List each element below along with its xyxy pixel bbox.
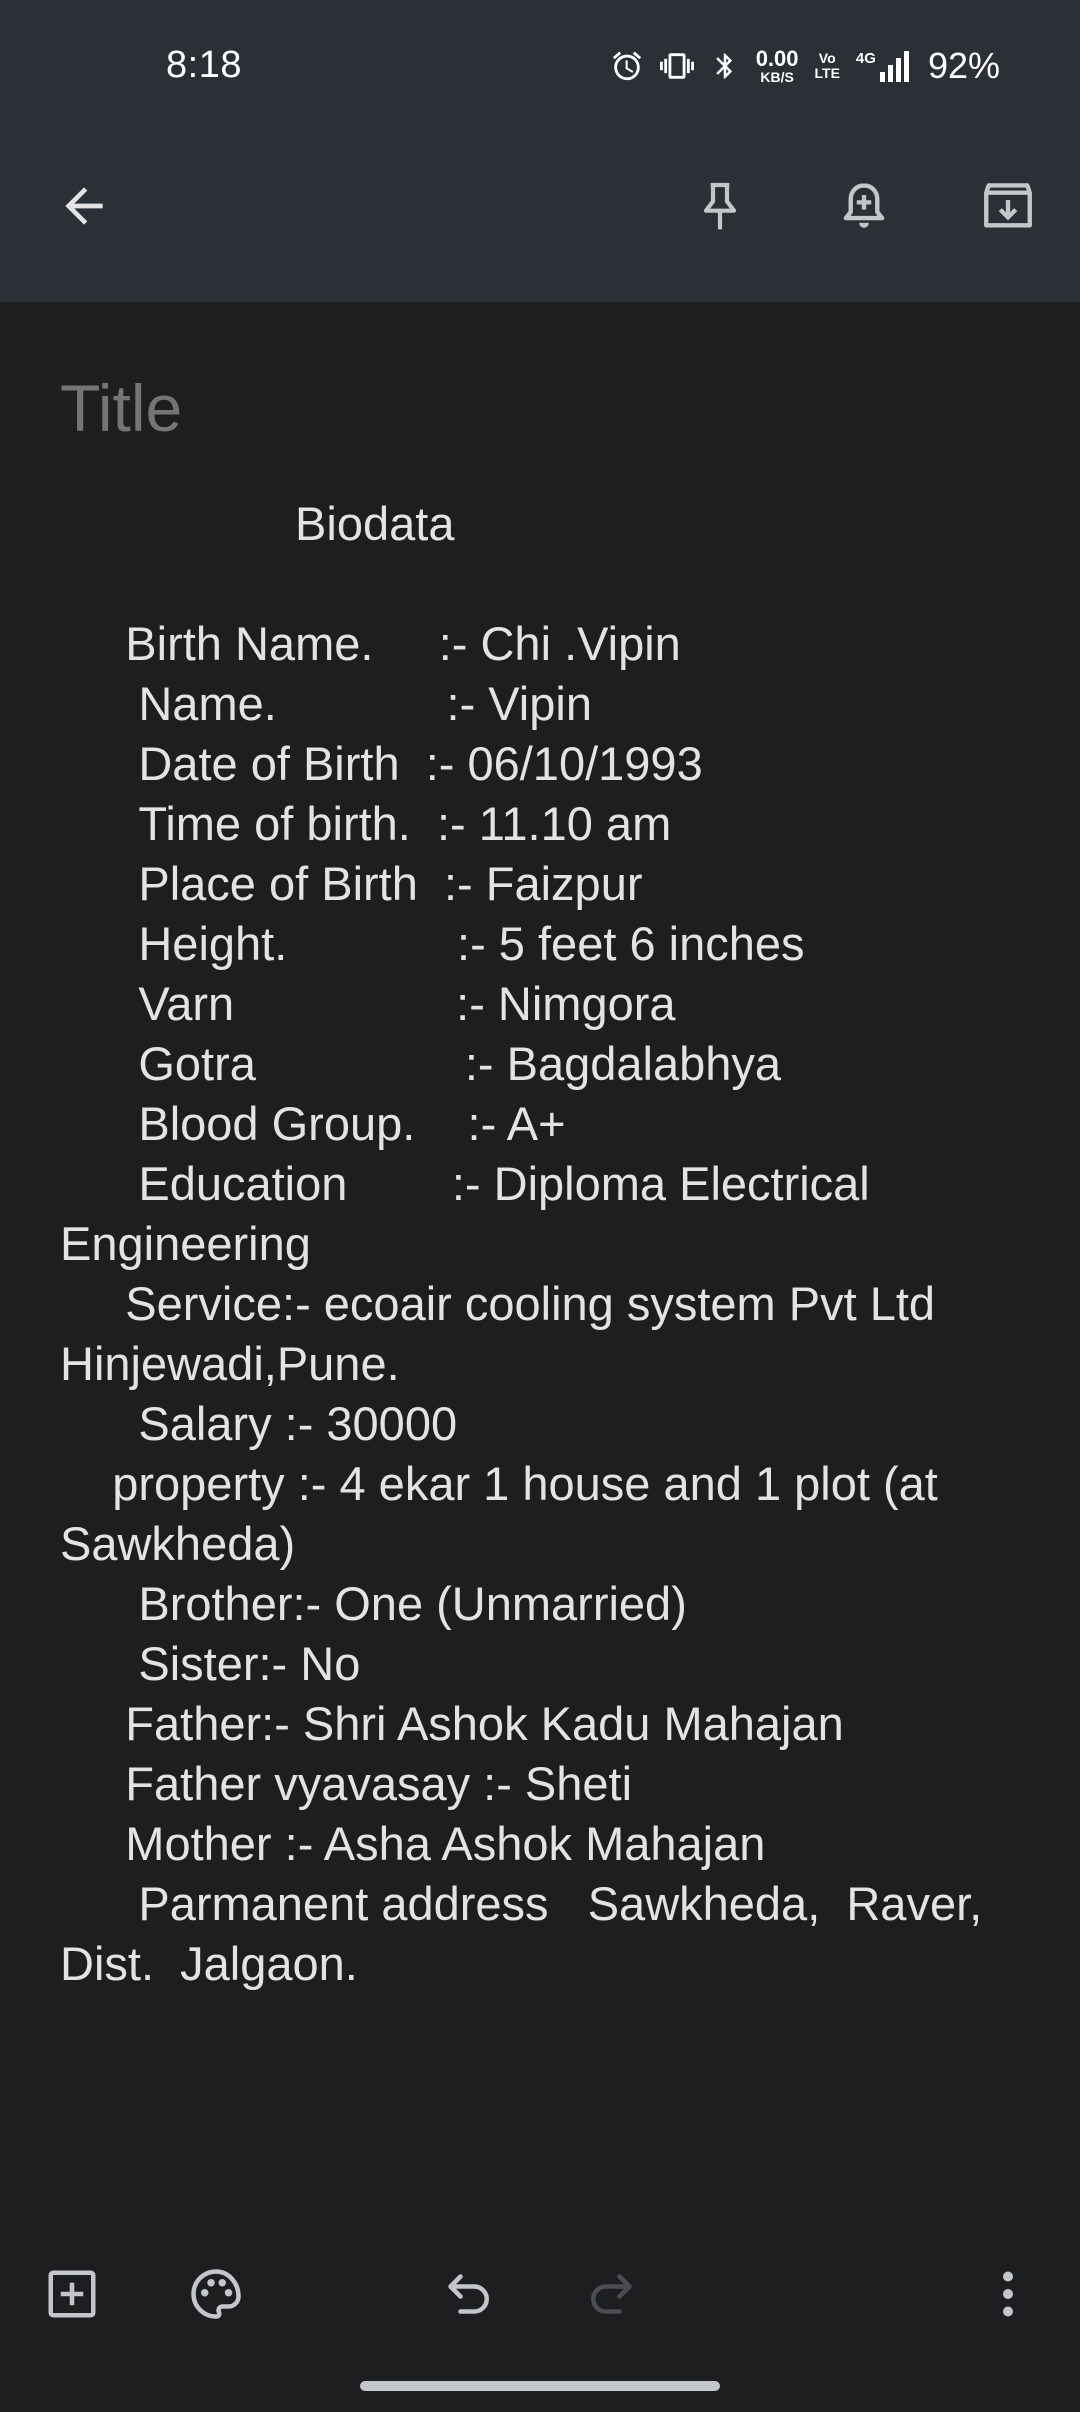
color-palette-button[interactable]: [176, 2254, 256, 2334]
add-box-icon: [48, 2270, 96, 2318]
back-button[interactable]: [44, 166, 124, 246]
status-time: 8:18: [166, 44, 242, 86]
status-icons: 0.00 KB/S Vo LTE 4G 92%: [610, 42, 1000, 90]
bottom-toolbar: [0, 2240, 1080, 2350]
more-vert-icon: [1003, 2271, 1013, 2317]
archive-icon: [984, 183, 1032, 228]
more-options-button[interactable]: [968, 2254, 1048, 2334]
add-content-button[interactable]: [32, 2254, 112, 2334]
redo-icon: [591, 2274, 632, 2314]
bluetooth-icon: [710, 49, 740, 83]
top-bar: 8:18 0.00 KB/S Vo LTE 4G 92%: [0, 0, 1080, 302]
undo-button[interactable]: [428, 2254, 508, 2334]
alarm-icon: [610, 49, 644, 83]
note-editor-screen: 8:18 0.00 KB/S Vo LTE 4G 92% Title Bioda…: [0, 0, 1080, 2412]
pin-button[interactable]: [680, 166, 760, 246]
add-reminder-icon: [843, 183, 885, 228]
undo-icon: [448, 2274, 489, 2314]
status-bar: 8:18 0.00 KB/S Vo LTE 4G 92%: [0, 0, 1080, 140]
archive-button[interactable]: [968, 166, 1048, 246]
reminder-button[interactable]: [824, 166, 904, 246]
app-bar: [0, 150, 1080, 262]
pin-icon: [703, 182, 737, 230]
vibrate-icon: [659, 49, 694, 83]
note-body-text[interactable]: Biodata Birth Name. :- Chi .Vipin Name. …: [60, 494, 1020, 1994]
gesture-navigation-bar[interactable]: [360, 2381, 720, 2391]
back-arrow-icon: [65, 187, 103, 225]
network-speed: 0.00 KB/S: [755, 46, 799, 85]
battery-percent: 92%: [927, 45, 1000, 86]
note-title-input[interactable]: [60, 370, 1020, 446]
palette-icon: [191, 2269, 241, 2319]
volte-indicator: Vo LTE: [814, 50, 840, 81]
signal-4g-icon: 4G: [856, 50, 912, 82]
redo-button[interactable]: [572, 2254, 652, 2334]
